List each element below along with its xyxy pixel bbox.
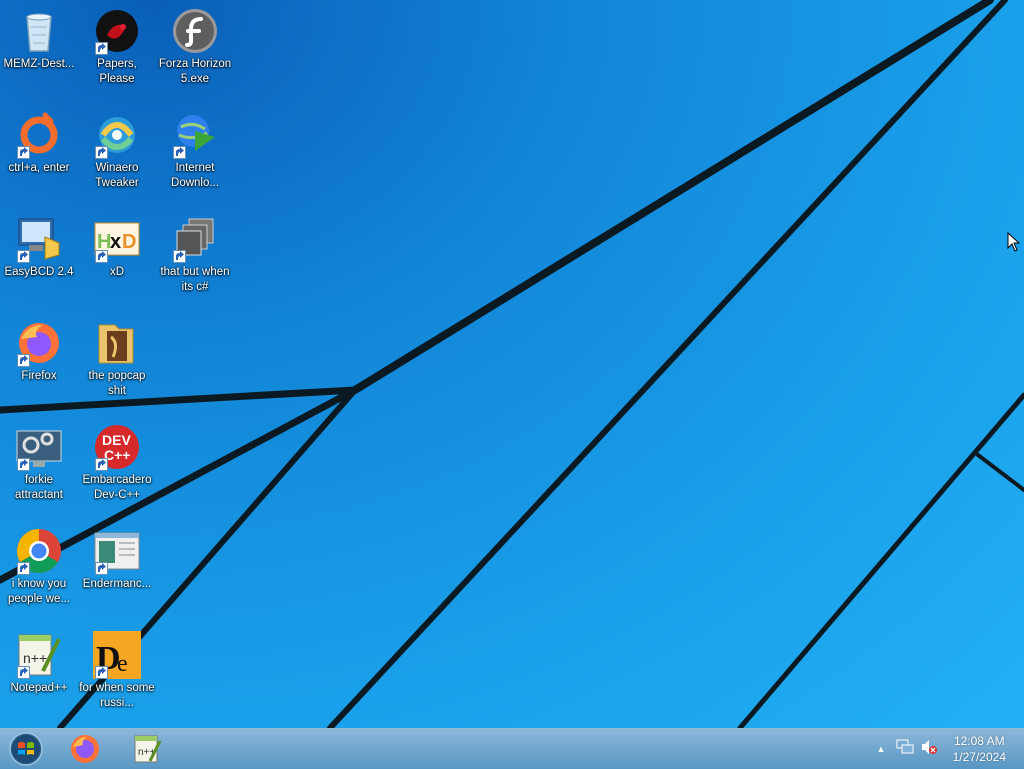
desktop-icon-label: that but when its c# — [160, 266, 230, 293]
desktop-icon-label: forkie attractant — [15, 474, 63, 501]
taskbar: n++ ▲ 12:08 AM 1/27/2024 — [0, 728, 1024, 769]
desktop-icon-internet-downlo[interactable]: Internet Downlo... — [156, 107, 234, 207]
flash-player-icon — [171, 7, 219, 55]
desktop-icon-i-know-you-people-we[interactable]: i know you people we... — [0, 523, 78, 623]
shortcut-arrow-icon — [17, 458, 30, 471]
windows-start-orb-icon — [9, 732, 43, 766]
desktop-icon-label: the popcap shit — [88, 370, 146, 397]
shortcut-arrow-icon — [95, 458, 108, 471]
dependency-walker-icon: De — [93, 631, 141, 679]
desktop-icon-label: Papers, Please — [97, 58, 137, 85]
svg-text:x: x — [110, 231, 121, 253]
desktop-icon-label: ctrl+a, enter — [8, 162, 70, 174]
shortcut-arrow-icon — [17, 562, 30, 575]
desktop-icon-the-popcap-shit[interactable]: the popcap shit — [78, 315, 156, 415]
desktop-icon-label: Embarcadero Dev-C++ — [82, 474, 152, 501]
desktop-icon-firefox[interactable]: Firefox — [0, 315, 78, 415]
start-button[interactable] — [0, 729, 52, 769]
svg-text:e: e — [117, 651, 128, 677]
firefox-icon — [15, 319, 63, 367]
easybcd-icon — [15, 215, 63, 263]
desktop-icon-papers-please[interactable]: Papers, Please — [78, 3, 156, 103]
desktop-icon-label: xD — [109, 266, 125, 278]
desktop-icon-label: i know you people we... — [7, 578, 70, 605]
desktop-icon-label: Internet Downlo... — [171, 162, 219, 189]
desktop-icon-label: Endermanc... — [82, 578, 152, 590]
desktop-icon-forkie-attractant[interactable]: forkie attractant — [0, 419, 78, 519]
shortcut-arrow-icon — [95, 146, 108, 159]
folder-icon — [93, 319, 141, 367]
desktop-icon-label: Notepad++ — [10, 682, 68, 694]
document-window-icon — [93, 527, 141, 575]
origin-icon — [15, 111, 63, 159]
desktop-icon-label: MEMZ-Dest... — [3, 58, 75, 70]
desktop-icon-label: Firefox — [21, 370, 57, 382]
taskbar-notepadpp-button[interactable]: n++ — [118, 729, 176, 769]
desktop-icon-for-when-some-russi[interactable]: De for when some russi... — [78, 627, 156, 727]
shortcut-arrow-icon — [173, 146, 186, 159]
desktop-icon-label: for when some russi... — [79, 682, 155, 709]
desktop-icon-embarcadero-dev-c[interactable]: DEV C++ Embarcadero Dev-C++ — [78, 419, 156, 519]
shortcut-arrow-icon — [95, 562, 108, 575]
computer-settings-icon — [15, 423, 63, 471]
windows-stack-icon — [171, 215, 219, 263]
desktop-icon-label: Winaero Tweaker — [95, 162, 139, 189]
desktop-icon-ctrl-a-enter[interactable]: ctrl+a, enter — [0, 107, 78, 207]
shortcut-arrow-icon — [95, 42, 108, 55]
internet-download-manager-icon — [171, 111, 219, 159]
mouse-cursor-icon — [1007, 232, 1021, 252]
clock-time: 12:08 AM — [953, 734, 1005, 748]
desktop-icon-that-but-when-its-c[interactable]: that but when its c# — [156, 211, 234, 311]
shortcut-arrow-icon — [17, 146, 30, 159]
shortcut-arrow-icon — [95, 666, 108, 679]
volume-muted-icon[interactable] — [920, 739, 938, 760]
shortcut-arrow-icon — [17, 666, 30, 679]
svg-text:DEV: DEV — [102, 432, 131, 448]
shortcut-arrow-icon — [173, 250, 186, 263]
desktop-icon-winaero-tweaker[interactable]: Winaero Tweaker — [78, 107, 156, 207]
show-hidden-icons-arrow[interactable]: ▲ — [874, 744, 888, 754]
desktop-icon-easybcd-2-4[interactable]: EasyBCD 2.4 — [0, 211, 78, 311]
desktop-icon-label: EasyBCD 2.4 — [4, 266, 74, 278]
shortcut-arrow-icon — [95, 250, 108, 263]
desktop-icon-notepad[interactable]: n++ Notepad++ — [0, 627, 78, 727]
firefox-icon — [71, 735, 99, 763]
svg-text:n++: n++ — [23, 650, 47, 666]
taskbar-firefox-button[interactable] — [56, 729, 114, 769]
desktop-icon-endermanc[interactable]: Endermanc... — [78, 523, 156, 623]
desktop-icon-forza-horizon-5-exe[interactable]: Forza Horizon 5.exe — [156, 3, 234, 103]
network-icon[interactable] — [896, 739, 914, 760]
winaero-tweaker-icon — [93, 111, 141, 159]
devcpp-icon: DEV C++ — [93, 423, 141, 471]
shortcut-arrow-icon — [17, 250, 30, 263]
desktop[interactable]: MEMZ-Dest... Papers, Please Forza Horizon … — [0, 0, 1024, 728]
papers-please-icon — [93, 7, 141, 55]
shortcut-arrow-icon — [17, 354, 30, 367]
clock-date: 1/27/2024 — [952, 750, 1006, 764]
clock[interactable]: 12:08 AM 1/27/2024 — [953, 733, 1006, 765]
chrome-icon — [15, 527, 63, 575]
desktop-icon-memz-dest[interactable]: MEMZ-Dest... — [0, 3, 78, 103]
notepadpp-icon: n++ — [15, 631, 63, 679]
recycle-bin-icon — [15, 7, 63, 55]
desktop-icon-label: Forza Horizon 5.exe — [158, 58, 232, 85]
notepadpp-icon: n++ — [134, 735, 162, 763]
svg-text:D: D — [122, 231, 136, 253]
hxd-icon: HxD — [93, 215, 141, 263]
desktop-icon-xd[interactable]: Hx DxD — [78, 211, 156, 311]
